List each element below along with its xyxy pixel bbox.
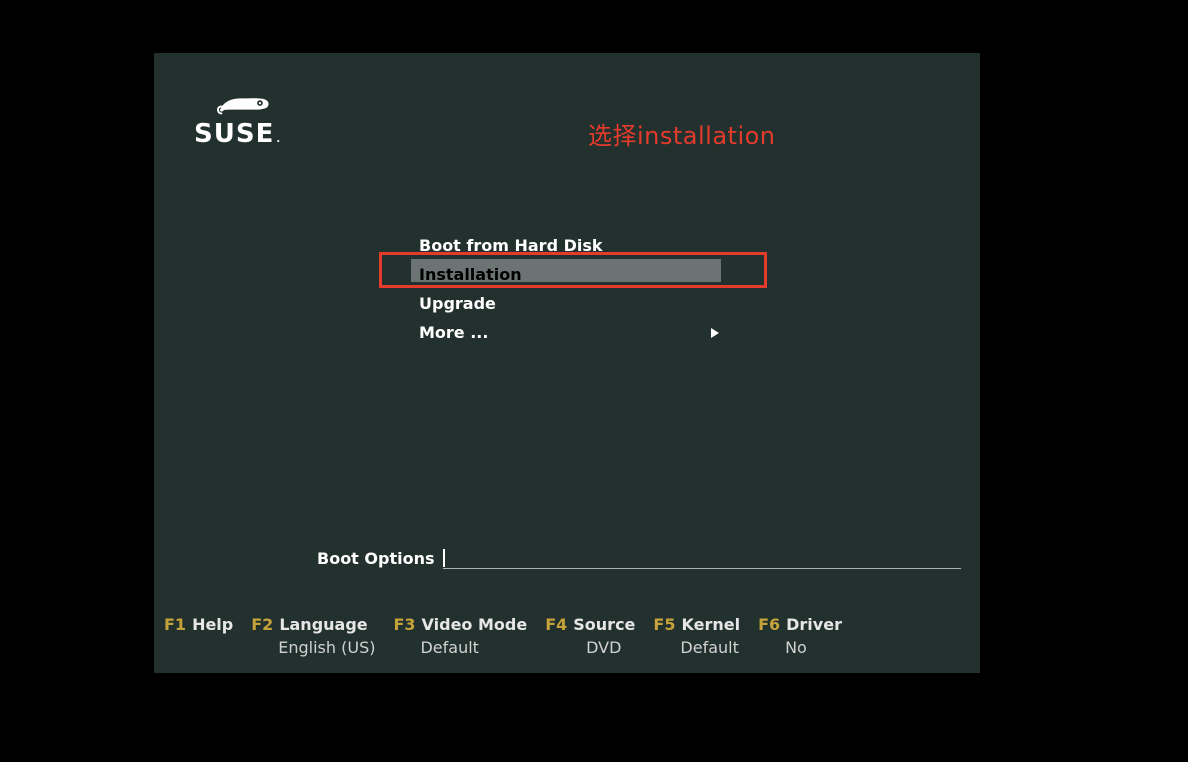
fkey-language[interactable]: F2 Language English (US) — [251, 615, 375, 657]
fkey-driver[interactable]: F6 Driver No — [758, 615, 842, 657]
fkey-label: Video Mode — [422, 615, 528, 634]
annotation-text: 选择installation — [588, 116, 776, 151]
fkey-id: F1 — [164, 615, 186, 634]
fkey-label: Help — [192, 615, 233, 634]
fkey-label: Source — [573, 615, 635, 634]
fkey-id: F4 — [545, 615, 567, 634]
fkey-value: No — [785, 638, 842, 657]
brand-word-dot: . — [276, 134, 281, 145]
boot-options-input[interactable] — [443, 547, 962, 569]
fkey-value: Default — [420, 638, 527, 657]
fkey-value: Default — [680, 638, 740, 657]
boot-screen: SUSE . 选择installation Boot from Hard Dis… — [154, 53, 980, 673]
fkey-value: DVD — [572, 638, 635, 657]
menu-item-upgrade[interactable]: Upgrade — [419, 289, 719, 318]
fkey-help[interactable]: F1 Help — [164, 615, 233, 657]
brand-word-text: SUSE — [194, 119, 274, 149]
annotation-rectangle — [379, 252, 767, 288]
submenu-arrow-icon — [711, 328, 719, 338]
fkey-bar: F1 Help F2 Language English (US) F3 Vide… — [164, 615, 970, 657]
boot-options-label: Boot Options — [317, 549, 435, 568]
menu-item-more[interactable]: More ... — [419, 318, 719, 347]
boot-menu: Boot from Hard Disk Installation Upgrade… — [419, 231, 719, 347]
brand-word: SUSE . — [194, 119, 314, 149]
menu-item-label: Upgrade — [419, 294, 496, 313]
fkey-label: Kernel — [681, 615, 740, 634]
fkey-value: English (US) — [278, 638, 375, 657]
fkey-id: F3 — [393, 615, 415, 634]
fkey-source[interactable]: F4 Source DVD — [545, 615, 635, 657]
fkey-label: Driver — [786, 615, 842, 634]
fkey-video-mode[interactable]: F3 Video Mode Default — [393, 615, 527, 657]
fkey-id: F5 — [653, 615, 675, 634]
fkey-id: F2 — [251, 615, 273, 634]
fkey-label: Language — [279, 615, 367, 634]
chameleon-icon — [214, 89, 274, 119]
menu-item-label: More ... — [419, 323, 488, 342]
fkey-id: F6 — [758, 615, 780, 634]
suse-logo: SUSE . — [194, 89, 314, 149]
boot-options-row: Boot Options — [317, 547, 961, 569]
text-cursor-icon — [443, 549, 445, 567]
fkey-kernel[interactable]: F5 Kernel Default — [653, 615, 740, 657]
